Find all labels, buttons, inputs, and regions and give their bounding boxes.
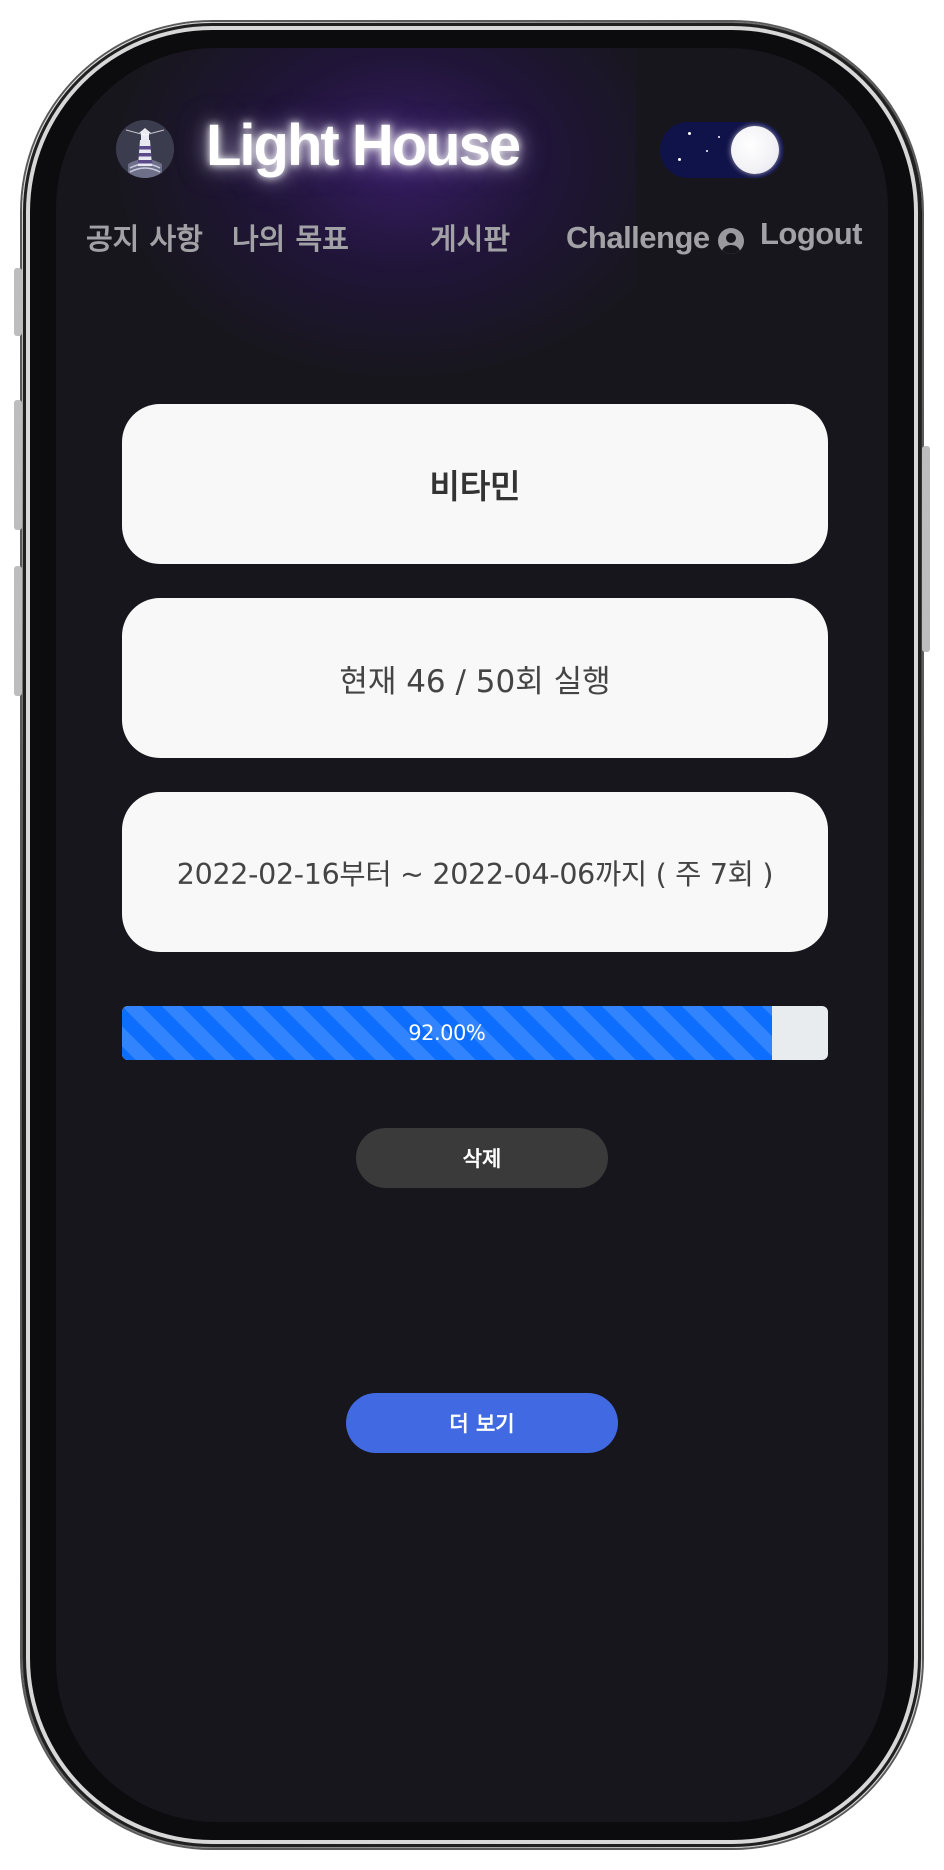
goal-name-card: 비타민 <box>122 404 828 564</box>
user-icon-head <box>726 233 736 243</box>
phone-side-button-left-2 <box>14 400 22 530</box>
user-icon-body <box>722 245 740 254</box>
nav-board[interactable]: 게시판 <box>430 216 510 258</box>
goal-period-card: 2022-02-16부터 ~ 2022-04-06까지 ( 주 7회 ) <box>122 792 828 952</box>
delete-button[interactable]: 삭제 <box>356 1128 608 1188</box>
phone-side-button-left-3 <box>14 566 22 696</box>
star-icon <box>688 132 691 135</box>
goal-progress-text: 현재 46 / 50회 실행 <box>339 663 611 700</box>
app-screen: Light House 공지 사항 나의 목표 게시판 Challenge Lo… <box>56 48 888 1822</box>
phone-side-button-left-1 <box>14 268 22 336</box>
nav-notice[interactable]: 공지 사항 <box>86 216 203 258</box>
moon-icon <box>731 126 779 174</box>
progress-track: 92.00% <box>122 1006 828 1060</box>
star-icon <box>718 136 720 138</box>
nav-my-goal[interactable]: 나의 목표 <box>232 216 349 258</box>
progress-bar: 92.00% <box>122 1006 772 1060</box>
star-icon <box>706 150 708 152</box>
more-button[interactable]: 더 보기 <box>346 1393 618 1453</box>
theme-toggle[interactable] <box>660 122 784 178</box>
star-icon <box>678 158 681 161</box>
goal-period-text: 2022-02-16부터 ~ 2022-04-06까지 ( 주 7회 ) <box>176 857 774 891</box>
nav-challenge[interactable]: Challenge <box>566 220 710 256</box>
lighthouse-logo-icon[interactable] <box>116 120 174 178</box>
goal-name: 비타민 <box>429 467 521 506</box>
brand-title[interactable]: Light House <box>206 112 521 179</box>
header-glow <box>116 48 636 378</box>
phone-side-button-right <box>922 446 930 652</box>
goal-progress-card: 현재 46 / 50회 실행 <box>122 598 828 758</box>
progress-label: 92.00% <box>408 1021 486 1045</box>
user-icon <box>718 228 744 254</box>
nav-logout[interactable]: Logout <box>760 216 863 252</box>
